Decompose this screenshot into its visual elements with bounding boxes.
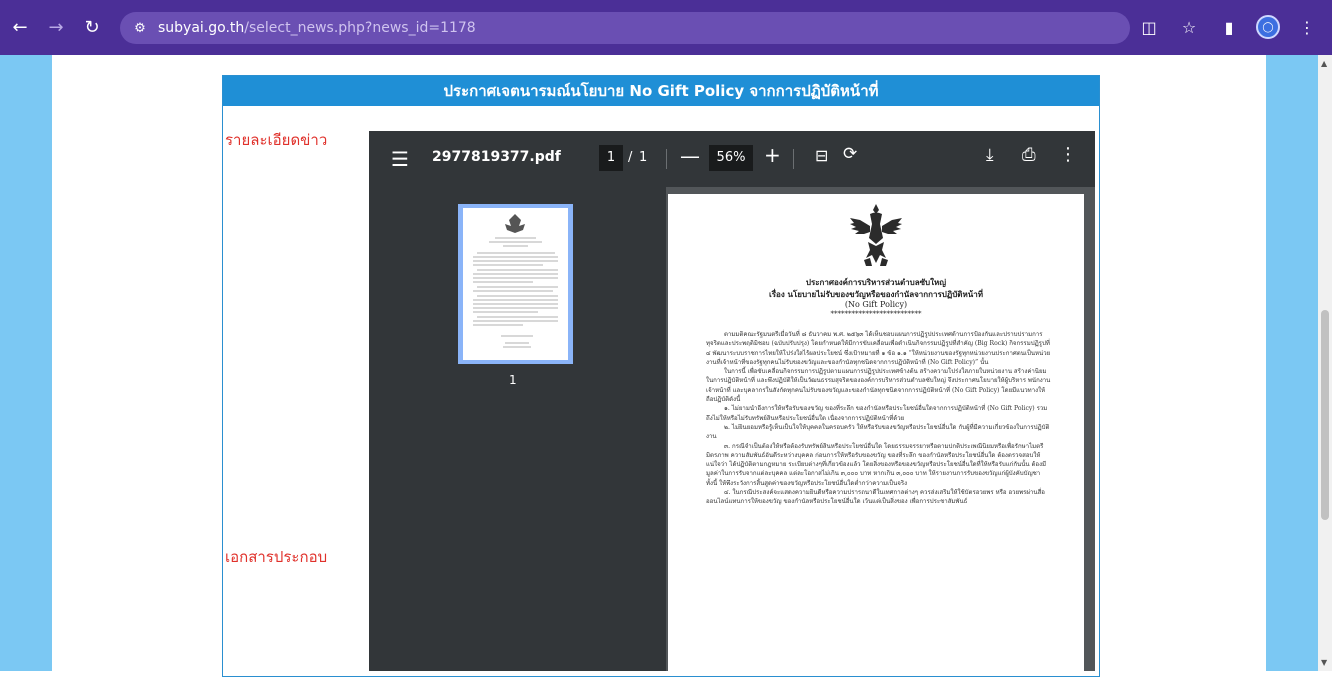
translate-icon[interactable]: ◫	[1136, 12, 1162, 42]
right-background-band	[1266, 55, 1318, 671]
toolbar-divider	[793, 149, 794, 169]
thumbnail-page-number: 1	[509, 373, 517, 387]
doc-body: ตามมติคณะรัฐมนตรีเมื่อวันที่ ๘ ธันวาคม พ…	[706, 330, 1052, 507]
pdf-page: ประกาศองค์การบริหารส่วนตำบลซับใหญ่ เรื่อ…	[668, 194, 1084, 671]
page-number-input[interactable]: 1	[599, 145, 623, 171]
site-settings-icon[interactable]: ⚙	[130, 18, 150, 38]
thumbnail-content	[473, 214, 558, 348]
pdf-viewer[interactable]: ☰ 2977819377.pdf 1 / 1 — 56% + ⊟ ⟳ ⤓ ⎙ ⋮	[369, 131, 1095, 671]
garuda-emblem-icon	[850, 204, 902, 266]
doc-paragraph: ๒. ไม่ยินยอมหรือรู้เห็นเป็นใจให้บุคคลในค…	[706, 423, 1050, 441]
left-background-band	[0, 55, 52, 671]
attachment-label: เอกสารประกอบ	[225, 548, 328, 566]
zoom-in-icon[interactable]: +	[764, 143, 781, 167]
back-icon[interactable]: ←	[4, 12, 36, 44]
url-domain: subyai.go.th	[158, 20, 245, 36]
doc-paragraph: ในการนี้ เพื่อขับเคลื่อนกิจกรรมการปฏิรูป…	[706, 368, 1051, 404]
download-icon[interactable]: ⤓	[986, 145, 994, 165]
page-total: 1	[639, 150, 648, 165]
page-scrollbar[interactable]: ▲ ▼	[1318, 55, 1332, 671]
bookmark-star-icon[interactable]: ☆	[1176, 12, 1202, 42]
thumbnail-page	[463, 208, 568, 360]
doc-paragraph: ๑. ไม่ยามนำอีงการให้หรือรับของขวัญ ของที…	[706, 405, 1048, 422]
zoom-out-icon[interactable]: —	[680, 144, 700, 168]
browser-actions: ◫ ☆ ▮ ◯ ⋮	[1136, 12, 1320, 42]
browser-menu-icon[interactable]: ⋮	[1294, 12, 1320, 42]
scrollbar-thumb[interactable]	[1321, 310, 1329, 520]
page-thumbnail[interactable]	[458, 204, 573, 364]
side-panel-icon[interactable]: ▮	[1216, 12, 1242, 42]
doc-paragraph: ตามมติคณะรัฐมนตรีเมื่อวันที่ ๘ ธันวาคม พ…	[706, 331, 1051, 366]
browser-toolbar: ← → ↻ ⚙ subyai.go.th/select_news.php?new…	[0, 0, 1332, 55]
fit-page-icon[interactable]: ⊟	[815, 146, 828, 165]
pdf-document-area[interactable]: ประกาศองค์การบริหารส่วนตำบลซับใหญ่ เรื่อ…	[666, 187, 1095, 671]
address-bar[interactable]: ⚙ subyai.go.th/select_news.php?news_id=1…	[120, 12, 1130, 44]
scroll-up-icon[interactable]: ▲	[1321, 59, 1327, 68]
reload-icon[interactable]: ↻	[76, 12, 108, 44]
scroll-down-icon[interactable]: ▼	[1321, 658, 1327, 667]
profile-avatar-icon[interactable]: ◯	[1256, 15, 1280, 39]
toolbar-divider	[666, 149, 667, 169]
pdf-toolbar: ☰ 2977819377.pdf 1 / 1 — 56% + ⊟ ⟳ ⤓ ⎙ ⋮	[369, 131, 1095, 187]
news-detail-label: รายละเอียดข่าว	[225, 131, 328, 149]
rotate-icon[interactable]: ⟳	[843, 144, 857, 164]
hamburger-menu-icon[interactable]: ☰	[391, 147, 409, 171]
url-path: /select_news.php?news_id=1178	[244, 20, 476, 36]
doc-paragraph: ๓. กรณีจำเป็นต้องให้หรือต้องรับทรัพย์สิน…	[706, 442, 1047, 487]
print-icon[interactable]: ⎙	[1022, 145, 1036, 165]
pdf-filename: 2977819377.pdf	[432, 149, 561, 165]
page-separator: /	[628, 150, 633, 165]
more-options-icon[interactable]: ⋮	[1059, 144, 1077, 165]
doc-paragraph: ๔. ในกรณีประสงค์จะแสดงความยินดีหรือความป…	[706, 489, 1045, 506]
news-title: ประกาศเจตนารมณ์นโยบาย No Gift Policy จาก…	[223, 76, 1099, 106]
doc-separator: **************************	[830, 310, 922, 318]
forward-icon[interactable]: →	[40, 12, 72, 44]
pdf-thumbnail-sidebar: 1	[369, 187, 666, 671]
doc-subtitle: (No Gift Policy)	[844, 300, 908, 309]
zoom-input[interactable]: 56%	[709, 145, 753, 171]
